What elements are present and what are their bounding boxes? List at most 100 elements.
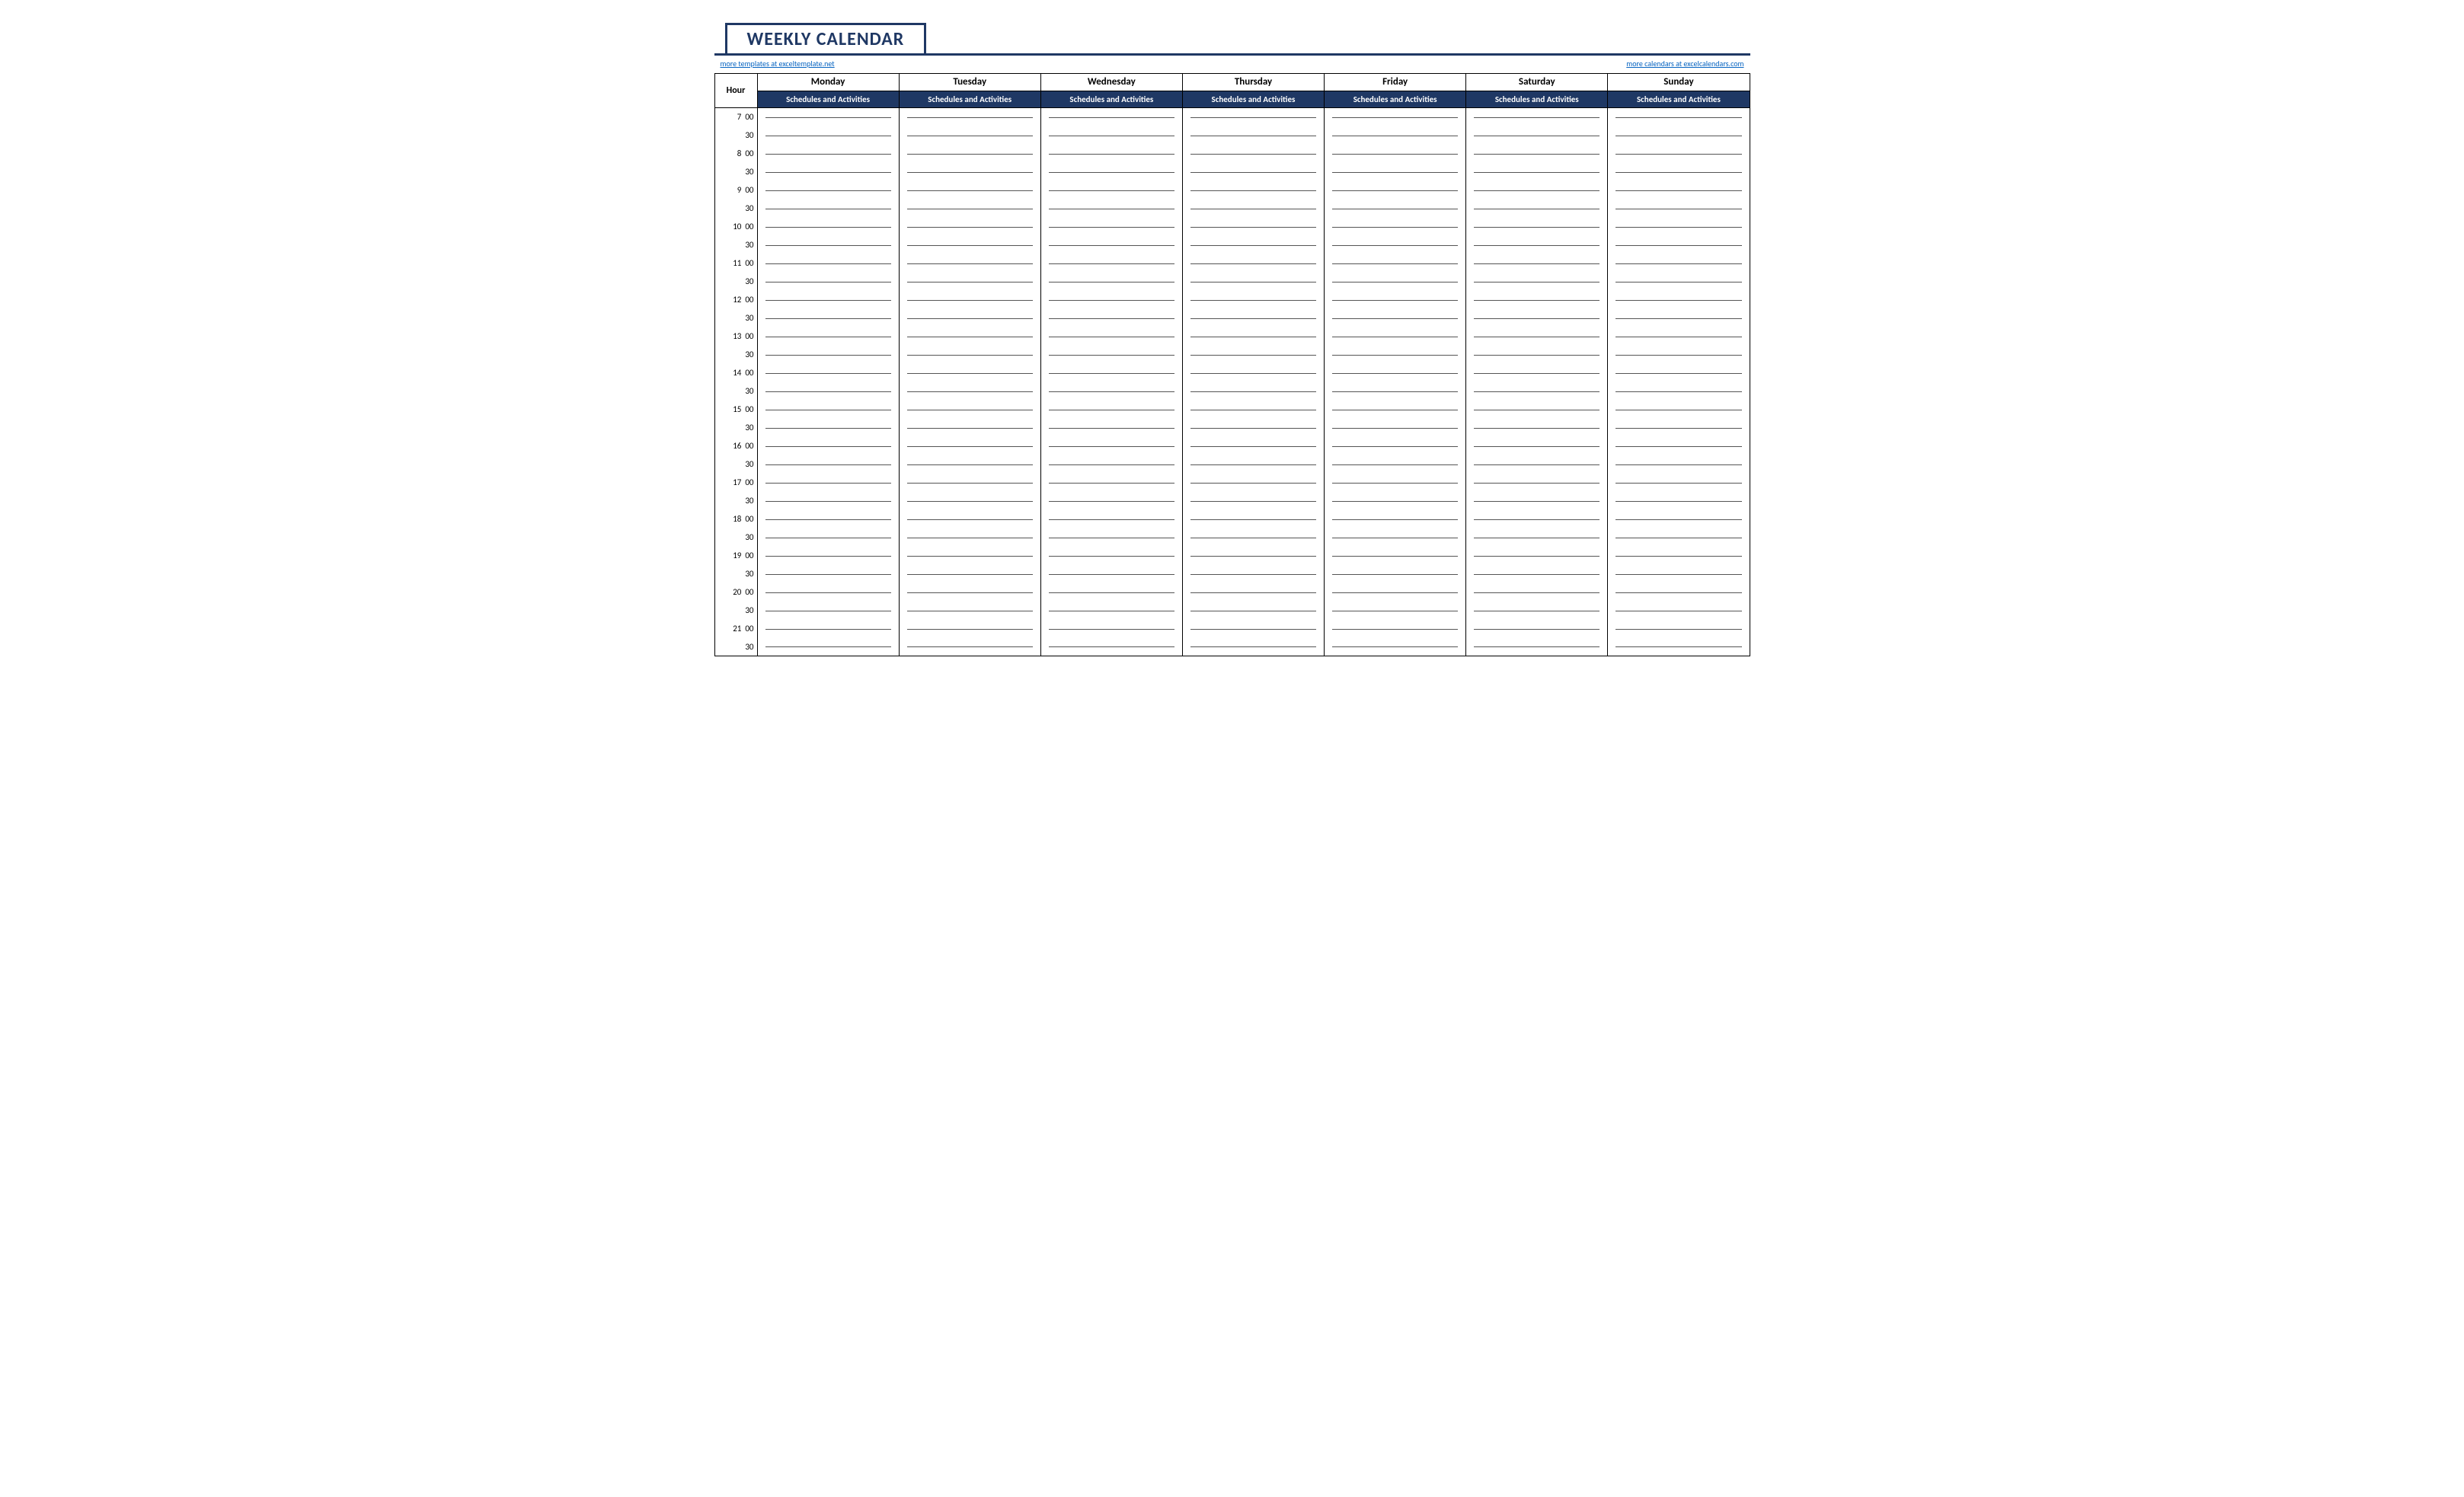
schedule-slot[interactable] [1182, 602, 1324, 620]
schedule-slot[interactable] [1040, 602, 1182, 620]
schedule-slot[interactable] [1325, 583, 1466, 602]
schedule-slot[interactable] [1040, 346, 1182, 364]
schedule-slot[interactable] [1466, 620, 1608, 638]
schedule-slot[interactable] [1325, 327, 1466, 346]
schedule-slot[interactable] [1182, 510, 1324, 528]
schedule-slot[interactable] [1608, 510, 1750, 528]
schedule-slot[interactable] [1040, 163, 1182, 181]
schedule-slot[interactable] [899, 455, 1040, 474]
schedule-slot[interactable] [1466, 510, 1608, 528]
schedule-slot[interactable] [1466, 547, 1608, 565]
schedule-slot[interactable] [899, 547, 1040, 565]
schedule-slot[interactable] [1325, 565, 1466, 583]
schedule-slot[interactable] [1040, 510, 1182, 528]
schedule-slot[interactable] [1608, 254, 1750, 273]
schedule-slot[interactable] [1466, 474, 1608, 492]
schedule-slot[interactable] [1608, 565, 1750, 583]
schedule-slot[interactable] [1040, 291, 1182, 309]
schedule-slot[interactable] [1040, 236, 1182, 254]
schedule-slot[interactable] [1608, 602, 1750, 620]
schedule-slot[interactable] [1182, 181, 1324, 199]
schedule-slot[interactable] [899, 474, 1040, 492]
schedule-slot[interactable] [1040, 474, 1182, 492]
schedule-slot[interactable] [899, 602, 1040, 620]
schedule-slot[interactable] [1040, 327, 1182, 346]
schedule-slot[interactable] [757, 437, 899, 455]
schedule-slot[interactable] [1608, 583, 1750, 602]
schedule-slot[interactable] [1608, 437, 1750, 455]
schedule-slot[interactable] [1608, 291, 1750, 309]
schedule-slot[interactable] [1040, 437, 1182, 455]
schedule-slot[interactable] [899, 419, 1040, 437]
schedule-slot[interactable] [1608, 126, 1750, 145]
schedule-slot[interactable] [1325, 382, 1466, 401]
schedule-slot[interactable] [1608, 638, 1750, 656]
schedule-slot[interactable] [757, 547, 899, 565]
schedule-slot[interactable] [1608, 218, 1750, 236]
schedule-slot[interactable] [899, 236, 1040, 254]
schedule-slot[interactable] [1608, 528, 1750, 547]
schedule-slot[interactable] [1325, 126, 1466, 145]
schedule-slot[interactable] [1182, 327, 1324, 346]
schedule-slot[interactable] [1182, 108, 1324, 126]
schedule-slot[interactable] [1466, 291, 1608, 309]
schedule-slot[interactable] [1040, 145, 1182, 163]
schedule-slot[interactable] [1608, 455, 1750, 474]
schedule-slot[interactable] [1325, 419, 1466, 437]
schedule-slot[interactable] [1608, 474, 1750, 492]
schedule-slot[interactable] [899, 492, 1040, 510]
schedule-slot[interactable] [1466, 437, 1608, 455]
schedule-slot[interactable] [1608, 309, 1750, 327]
schedule-slot[interactable] [1608, 382, 1750, 401]
schedule-slot[interactable] [1182, 218, 1324, 236]
schedule-slot[interactable] [1325, 638, 1466, 656]
schedule-slot[interactable] [1608, 181, 1750, 199]
schedule-slot[interactable] [1040, 565, 1182, 583]
schedule-slot[interactable] [1182, 236, 1324, 254]
schedule-slot[interactable] [1466, 638, 1608, 656]
schedule-slot[interactable] [1325, 254, 1466, 273]
schedule-slot[interactable] [1466, 126, 1608, 145]
schedule-slot[interactable] [1182, 291, 1324, 309]
schedule-slot[interactable] [757, 346, 899, 364]
schedule-slot[interactable] [1608, 273, 1750, 291]
schedule-slot[interactable] [899, 126, 1040, 145]
schedule-slot[interactable] [1325, 218, 1466, 236]
schedule-slot[interactable] [1040, 492, 1182, 510]
schedule-slot[interactable] [899, 254, 1040, 273]
schedule-slot[interactable] [1608, 199, 1750, 218]
schedule-slot[interactable] [1182, 145, 1324, 163]
schedule-slot[interactable] [1608, 145, 1750, 163]
schedule-slot[interactable] [1325, 474, 1466, 492]
schedule-slot[interactable] [757, 492, 899, 510]
schedule-slot[interactable] [899, 510, 1040, 528]
schedule-slot[interactable] [1182, 382, 1324, 401]
schedule-slot[interactable] [1040, 181, 1182, 199]
schedule-slot[interactable] [757, 199, 899, 218]
schedule-slot[interactable] [1325, 346, 1466, 364]
schedule-slot[interactable] [1466, 108, 1608, 126]
schedule-slot[interactable] [1182, 126, 1324, 145]
schedule-slot[interactable] [899, 565, 1040, 583]
schedule-slot[interactable] [1325, 291, 1466, 309]
schedule-slot[interactable] [1466, 602, 1608, 620]
schedule-slot[interactable] [1608, 163, 1750, 181]
schedule-slot[interactable] [1608, 327, 1750, 346]
schedule-slot[interactable] [1466, 565, 1608, 583]
schedule-slot[interactable] [757, 163, 899, 181]
schedule-slot[interactable] [1325, 437, 1466, 455]
schedule-slot[interactable] [1325, 145, 1466, 163]
schedule-slot[interactable] [1182, 437, 1324, 455]
schedule-slot[interactable] [1040, 528, 1182, 547]
schedule-slot[interactable] [1466, 528, 1608, 547]
schedule-slot[interactable] [757, 455, 899, 474]
schedule-slot[interactable] [899, 108, 1040, 126]
schedule-slot[interactable] [1325, 510, 1466, 528]
schedule-slot[interactable] [899, 401, 1040, 419]
link-more-templates[interactable]: more templates at exceltemplate.net [721, 59, 835, 69]
schedule-slot[interactable] [1466, 309, 1608, 327]
schedule-slot[interactable] [757, 474, 899, 492]
schedule-slot[interactable] [757, 108, 899, 126]
schedule-slot[interactable] [1466, 401, 1608, 419]
schedule-slot[interactable] [1325, 401, 1466, 419]
